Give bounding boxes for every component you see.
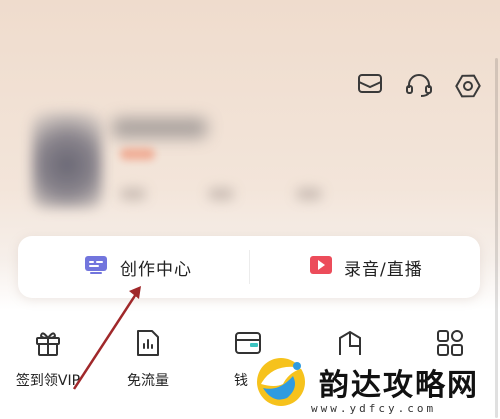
func-signin-vip[interactable]: 签到领VIP — [8, 326, 88, 390]
record-live-label: 录音/直播 — [344, 259, 423, 280]
chart-icon — [108, 326, 188, 360]
creator-icon — [84, 255, 108, 279]
creator-center-label: 创作中心 — [120, 259, 192, 280]
gift-icon — [8, 326, 88, 360]
mail-icon[interactable] — [357, 73, 383, 95]
watermark-url: www.ydfcy.com — [311, 402, 437, 415]
watermark-logo-icon — [253, 354, 313, 414]
watermark: 韵达攻略网 www.ydfcy.com — [243, 348, 500, 419]
creator-center-button[interactable]: 创作中心 — [84, 236, 192, 298]
play-icon — [310, 256, 332, 278]
stat-blurred — [296, 188, 322, 200]
watermark-brand: 韵达攻略网 — [319, 368, 479, 403]
divider — [249, 250, 250, 284]
username-blurred — [112, 118, 207, 138]
settings-icon[interactable] — [454, 72, 482, 100]
stat-blurred — [120, 188, 146, 200]
user-tag-blurred — [120, 148, 155, 160]
func-label: 免流量 — [127, 373, 169, 389]
record-live-button[interactable]: 录音/直播 — [310, 236, 423, 298]
func-label: 签到领VIP — [15, 373, 81, 389]
stat-blurred — [208, 188, 234, 200]
func-free-data[interactable]: 免流量 — [108, 326, 188, 390]
avatar[interactable] — [32, 112, 102, 208]
creator-card: 创作中心 录音/直播 — [18, 236, 480, 298]
headset-icon[interactable] — [405, 72, 433, 98]
